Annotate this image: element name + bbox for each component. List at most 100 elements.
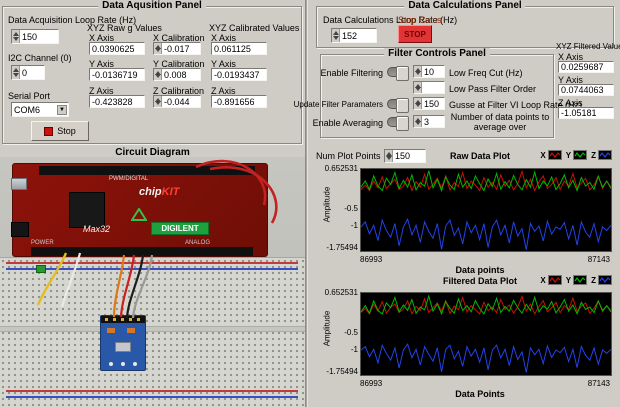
spinner-arrows-icon[interactable] xyxy=(154,96,162,107)
x-calibration-input[interactable]: -0.017 xyxy=(153,42,201,55)
spinner-arrows-icon[interactable] xyxy=(414,82,422,93)
spinner-arrows-icon[interactable] xyxy=(12,66,20,79)
raw-x-value: 0.0390625 xyxy=(89,42,145,55)
digilent-logo-box: DIGILENT xyxy=(151,222,209,235)
avg-points-label: Number of data points to average over xyxy=(450,112,550,132)
calibrated-values-header: XYZ Calibrated Values xyxy=(209,23,300,33)
dropdown-arrow-icon[interactable]: ▼ xyxy=(57,105,67,115)
enable-filtering-toggle[interactable] xyxy=(387,66,409,81)
legend-swatch-x xyxy=(547,150,562,160)
legend-entry-z[interactable]: Z xyxy=(591,275,612,285)
enable-averaging-label: Enable Averaging xyxy=(312,118,383,128)
raw-xtick-right: 87143 xyxy=(587,255,610,264)
update-params-toggle[interactable] xyxy=(387,98,409,113)
stop-acquisition-button[interactable]: Stop xyxy=(31,121,89,141)
breadboard xyxy=(0,257,305,407)
raw-y-value: -0.0136719 xyxy=(89,68,145,81)
raw-xlabel: Data points xyxy=(455,265,505,275)
filtered-ylabel: Amplitude xyxy=(322,310,332,347)
raw-ytick-mid2: -1 xyxy=(350,221,358,230)
legend-swatch-z xyxy=(598,275,612,285)
update-params-label: Update Filter Paramaters xyxy=(293,100,383,109)
calculations-panel-title: Data Calculations Panel xyxy=(404,0,526,11)
calc-loop-rate-value: 152 xyxy=(342,30,358,41)
i2c-channel-value: 0 xyxy=(22,67,28,78)
spinner-arrows-icon[interactable] xyxy=(414,98,422,109)
raw-ytick-top: 0.652531 xyxy=(324,164,358,173)
panel-divider xyxy=(305,0,308,407)
raw-values-header: XYZ Raw g Values xyxy=(87,23,162,33)
spinner-arrows-icon[interactable] xyxy=(12,30,20,43)
data-acquisition-panel: Data Aqusition Panel Data Acquisition Lo… xyxy=(2,0,302,144)
raw-data-chart xyxy=(360,168,612,252)
filter-order-label: Low Pass Filter Order xyxy=(449,84,537,94)
acq-loop-rate-value: 150 xyxy=(22,31,38,42)
calc-loop-rate-input[interactable]: 152 xyxy=(331,28,377,43)
num-plot-points-label: Num Plot Points xyxy=(316,151,381,161)
legend-entry-y[interactable]: Y xyxy=(566,150,588,160)
raw-plot-legend: X Y Z xyxy=(540,150,612,160)
power-rail-red xyxy=(6,262,298,264)
raw-ylabel: Amplitude xyxy=(322,186,332,223)
raw-z-value: -0.423828 xyxy=(89,95,145,108)
serial-port-label: Serial Port xyxy=(8,91,51,101)
sensor-capacitor xyxy=(127,328,135,333)
stop-button-label: Stop xyxy=(57,126,76,136)
board-name-label: Max32 xyxy=(83,224,111,234)
raw-plot-title: Raw Data Plot xyxy=(449,151,510,161)
board-analog-label: ANALOG xyxy=(185,240,211,246)
stop-calcs-label: Stop Calcs xyxy=(398,15,442,25)
calibrated-x-value: 0.061125 xyxy=(211,42,267,55)
low-freq-cut-input[interactable]: 10 xyxy=(413,65,445,78)
enable-averaging-toggle[interactable] xyxy=(387,116,409,131)
raw-ytick-bot: -1.75494 xyxy=(326,243,358,252)
legend-entry-z[interactable]: Z xyxy=(591,150,612,160)
sensor-pin xyxy=(105,318,108,321)
spinner-arrows-icon[interactable] xyxy=(385,150,393,162)
legend-swatch-y xyxy=(573,275,588,285)
filtered-y-value: 0.0744063 xyxy=(558,84,614,96)
legend-entry-x[interactable]: X xyxy=(540,275,562,285)
filter-order-input[interactable] xyxy=(413,81,445,94)
filtered-values-header: XYZ Filtered Values xyxy=(556,42,620,51)
filtered-plot-legend: X Y Z xyxy=(540,275,612,285)
spinner-arrows-icon[interactable] xyxy=(332,29,340,42)
acq-loop-rate-input[interactable]: 150 xyxy=(11,29,59,44)
sensor-pin xyxy=(113,318,116,321)
power-jack xyxy=(11,222,29,237)
avg-points-input[interactable]: 3 xyxy=(413,115,445,128)
raw-ytick-mid1: -0.5 xyxy=(344,204,358,213)
legend-entry-x[interactable]: X xyxy=(540,150,562,160)
z-calibration-input[interactable]: -0.044 xyxy=(153,95,201,108)
low-freq-cut-label: Low Freq Cut (Hz) xyxy=(449,68,523,78)
calibrated-y-value: -0.0193437 xyxy=(211,68,267,81)
led-component xyxy=(36,265,46,273)
serial-port-dropdown[interactable]: COM6 ▼ xyxy=(11,102,69,117)
filter-panel-title: Filter Controls Panel xyxy=(384,48,490,59)
spinner-arrows-icon[interactable] xyxy=(414,116,422,127)
sensor-pin xyxy=(129,318,132,321)
y-calibration-input[interactable]: 0.008 xyxy=(153,68,201,81)
board-power-label: POWER xyxy=(31,240,54,246)
raw-xtick-left: 86993 xyxy=(360,255,383,264)
sensor-hole xyxy=(121,362,125,366)
filtered-data-chart xyxy=(360,292,612,376)
sensor-hole xyxy=(133,362,137,366)
legend-entry-y[interactable]: Y xyxy=(566,275,588,285)
filtered-ytick-bot: -1.75494 xyxy=(326,367,358,376)
filtered-xlabel: Data Points xyxy=(455,389,505,399)
breadboard-groove xyxy=(0,326,305,332)
sensor-chip xyxy=(115,342,131,352)
sensor-pin xyxy=(137,318,140,321)
loop-rate-guess-input[interactable]: 150 xyxy=(413,97,445,110)
i2c-channel-input[interactable]: 0 xyxy=(11,65,45,80)
filter-controls-panel: Filter Controls Panel Enable Filtering 1… xyxy=(294,48,582,138)
i2c-channel-label: I2C Channel (0) xyxy=(8,53,72,63)
spinner-arrows-icon[interactable] xyxy=(154,43,162,54)
spinner-arrows-icon[interactable] xyxy=(154,69,162,80)
accelerometer-module xyxy=(100,315,146,371)
usb-connector xyxy=(11,178,27,190)
spinner-arrows-icon[interactable] xyxy=(414,66,422,77)
filtered-z-value: -1.05181 xyxy=(558,107,614,119)
stop-calcs-button[interactable]: STOP xyxy=(398,25,432,43)
